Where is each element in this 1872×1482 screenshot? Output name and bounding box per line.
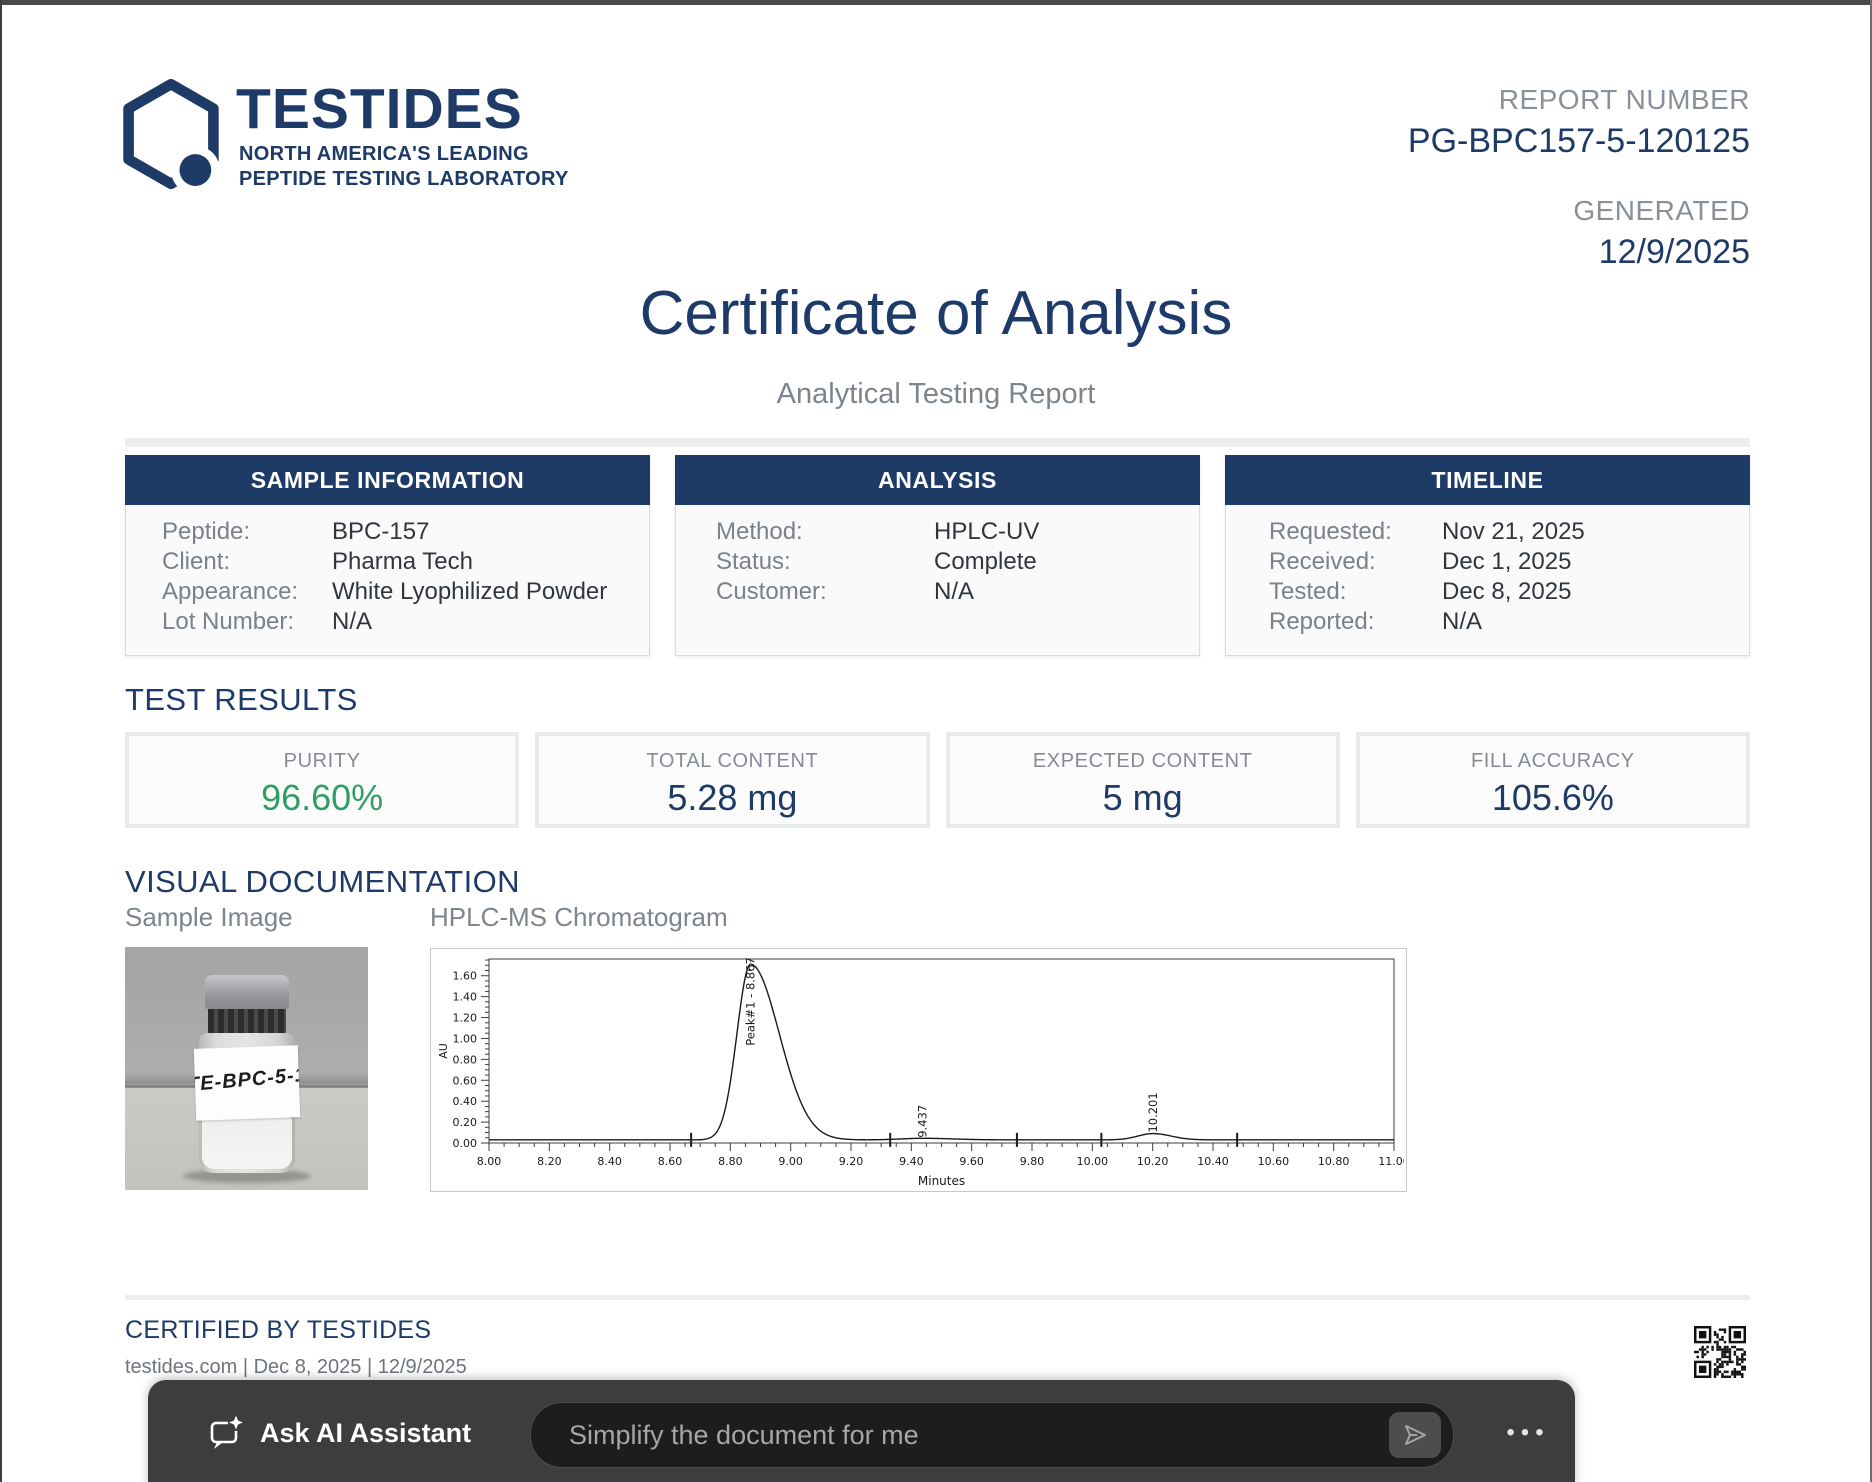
- chromatogram-plot: 8.00 8.20 8.40 8.60 8.80 9.00 9.20 9.40 9.60 9.80…: [431, 949, 1404, 1189]
- svg-text:8.40: 8.40: [597, 1155, 622, 1168]
- svg-text:AU: AU: [437, 1043, 450, 1059]
- ai-input-pill[interactable]: [530, 1402, 1454, 1468]
- vial-body: TE-BPC-5-1: [199, 1033, 295, 1173]
- qr-code: [1694, 1326, 1746, 1378]
- total-content-card: TOTAL CONTENT 5.28 mg: [535, 732, 929, 828]
- svg-text:1.00: 1.00: [453, 1032, 478, 1045]
- svg-text:10.40: 10.40: [1197, 1155, 1229, 1168]
- info-panels: SAMPLE INFORMATION Peptide:BPC-157 Clien…: [125, 455, 1750, 656]
- info-row: Tested:Dec 8, 2025: [1226, 577, 1749, 607]
- svg-text:10.00: 10.00: [1077, 1155, 1109, 1168]
- ask-ai-assistant-button[interactable]: Ask AI Assistant: [260, 1418, 471, 1449]
- fill-accuracy-card: FILL ACCURACY 105.6%: [1356, 732, 1750, 828]
- vial-label: TE-BPC-5-1: [194, 1045, 300, 1121]
- svg-text:0.80: 0.80: [453, 1053, 478, 1066]
- send-button[interactable]: [1389, 1412, 1441, 1458]
- test-results-heading: TEST RESULTS: [125, 682, 358, 718]
- info-row: Lot Number:N/A: [126, 607, 649, 637]
- svg-text:9.20: 9.20: [839, 1155, 864, 1168]
- report-meta: REPORT NUMBER PG-BPC157-5-120125 GENERAT…: [1408, 84, 1750, 272]
- svg-text:Minutes: Minutes: [918, 1174, 965, 1188]
- test-result-cards: PURITY 96.60% TOTAL CONTENT 5.28 mg EXPE…: [125, 732, 1750, 828]
- analysis-panel: ANALYSIS Method:HPLC-UV Status:Complete …: [675, 455, 1200, 656]
- footer-divider: [125, 1295, 1750, 1300]
- page-title: Certificate of Analysis: [0, 278, 1872, 349]
- generated-date: 12/9/2025: [1408, 233, 1750, 272]
- svg-text:8.20: 8.20: [537, 1155, 562, 1168]
- more-options-button[interactable]: •••: [1498, 1408, 1558, 1458]
- sample-information-panel: SAMPLE INFORMATION Peptide:BPC-157 Clien…: [125, 455, 650, 656]
- svg-text:10.201: 10.201: [1146, 1092, 1160, 1132]
- viewer-left-edge: [0, 0, 2, 1482]
- info-row: Received:Dec 1, 2025: [1226, 547, 1749, 577]
- info-row: Customer:N/A: [676, 577, 1199, 607]
- svg-text:0.00: 0.00: [453, 1137, 478, 1150]
- report-number-value: PG-BPC157-5-120125: [1408, 122, 1750, 161]
- svg-text:8.00: 8.00: [477, 1155, 502, 1168]
- svg-text:1.20: 1.20: [453, 1012, 478, 1025]
- info-row: Method:HPLC-UV: [676, 517, 1199, 547]
- brand-logo: TESTIDES NORTH AMERICA'S LEADING PEPTIDE…: [118, 76, 678, 196]
- vial-powder: [202, 1117, 292, 1169]
- vial-crimp-seal: [208, 1009, 286, 1033]
- certified-text: CERTIFIED BY TESTIDES: [125, 1316, 431, 1345]
- svg-text:Peak#1 - 8.867: Peak#1 - 8.867: [744, 957, 758, 1046]
- brand-tagline: NORTH AMERICA'S LEADING PEPTIDE TESTING …: [239, 142, 569, 192]
- panel-header: SAMPLE INFORMATION: [125, 455, 650, 505]
- report-number-label: REPORT NUMBER: [1408, 84, 1750, 116]
- svg-text:9.00: 9.00: [778, 1155, 803, 1168]
- chromatogram-label: HPLC-MS Chromatogram: [430, 902, 728, 933]
- svg-text:8.60: 8.60: [658, 1155, 683, 1168]
- viewer-top-edge: [0, 0, 1872, 5]
- svg-text:10.60: 10.60: [1258, 1155, 1290, 1168]
- info-row: Client:Pharma Tech: [126, 547, 649, 577]
- svg-text:8.80: 8.80: [718, 1155, 743, 1168]
- svg-text:0.60: 0.60: [453, 1074, 478, 1087]
- sample-photo: TE-BPC-5-1: [125, 947, 368, 1190]
- svg-text:10.80: 10.80: [1318, 1155, 1350, 1168]
- send-icon: [1402, 1422, 1428, 1448]
- ai-assistant-bar[interactable]: Ask AI Assistant •••: [148, 1380, 1575, 1482]
- info-row: Peptide:BPC-157: [126, 517, 649, 547]
- svg-text:1.40: 1.40: [453, 991, 478, 1004]
- page-subtitle: Analytical Testing Report: [0, 378, 1872, 411]
- svg-text:10.20: 10.20: [1137, 1155, 1169, 1168]
- panel-header: ANALYSIS: [675, 455, 1200, 505]
- svg-text:9.40: 9.40: [899, 1155, 924, 1168]
- hexagon-logo-icon: [118, 78, 224, 190]
- brand-name: TESTIDES: [236, 76, 523, 142]
- purity-card: PURITY 96.60%: [125, 732, 519, 828]
- info-row: Status:Complete: [676, 547, 1199, 577]
- svg-text:11.00: 11.00: [1378, 1155, 1404, 1168]
- sample-vial: TE-BPC-5-1: [199, 975, 295, 1175]
- timeline-panel: TIMELINE Requested:Nov 21, 2025 Received…: [1225, 455, 1750, 656]
- document-page: TESTIDES NORTH AMERICA'S LEADING PEPTIDE…: [0, 0, 1872, 1482]
- footer-info-line: testides.com | Dec 8, 2025 | 12/9/2025: [125, 1356, 467, 1379]
- section-divider: [125, 438, 1750, 447]
- visual-documentation-heading: VISUAL DOCUMENTATION: [125, 864, 520, 900]
- chromatogram-figure: 8.00 8.20 8.40 8.60 8.80 9.00 9.20 9.40 9.60 9.80…: [430, 948, 1407, 1192]
- svg-text:9.60: 9.60: [959, 1155, 984, 1168]
- info-row: Appearance:White Lyophilized Powder: [126, 577, 649, 607]
- generated-label: GENERATED: [1408, 195, 1750, 227]
- info-row: Reported:N/A: [1226, 607, 1749, 637]
- panel-header: TIMELINE: [1225, 455, 1750, 505]
- svg-text:9.80: 9.80: [1020, 1155, 1045, 1168]
- svg-text:9.437: 9.437: [915, 1105, 929, 1138]
- svg-text:1.60: 1.60: [453, 970, 478, 983]
- info-row: Requested:Nov 21, 2025: [1226, 517, 1749, 547]
- expected-content-card: EXPECTED CONTENT 5 mg: [946, 732, 1340, 828]
- svg-text:0.20: 0.20: [453, 1116, 478, 1129]
- vial-cap: [205, 975, 289, 1009]
- ai-prompt-input[interactable]: [567, 1403, 1271, 1467]
- svg-text:0.40: 0.40: [453, 1095, 478, 1108]
- sample-image-label: Sample Image: [125, 902, 293, 933]
- ai-assistant-icon: [208, 1414, 248, 1454]
